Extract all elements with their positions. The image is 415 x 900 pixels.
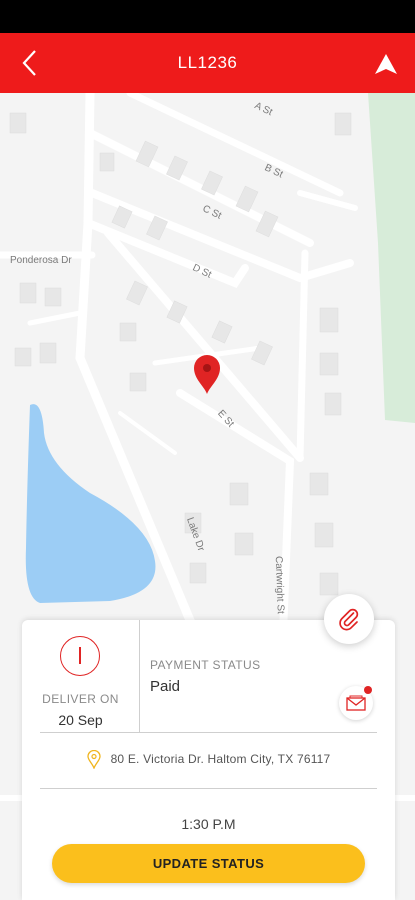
update-status-button[interactable]: UPDATE STATUS	[52, 844, 365, 883]
street-label: Cartwright St	[273, 556, 286, 614]
delivery-time: 1:30 P.M	[181, 816, 236, 832]
paperclip-icon	[339, 608, 359, 631]
message-button[interactable]	[339, 686, 373, 720]
address-row: 80 E. Victoria Dr. Haltom City, TX 76117	[22, 746, 395, 772]
divider	[40, 732, 377, 733]
navigation-arrow-icon	[375, 54, 397, 74]
app-bar: LL1236	[0, 33, 415, 93]
status-bar	[0, 0, 415, 33]
divider	[40, 788, 377, 789]
deliver-section: DELIVER ON 20 Sep	[22, 620, 140, 732]
delivery-address: 80 E. Victoria Dr. Haltom City, TX 76117	[110, 752, 331, 766]
timer-icon	[60, 636, 100, 676]
navigate-button[interactable]	[369, 47, 403, 81]
payment-status-value: Paid	[150, 678, 181, 695]
page-title: LL1236	[177, 53, 238, 72]
envelope-icon	[346, 695, 366, 711]
back-button[interactable]	[12, 45, 48, 81]
deliver-date: 20 Sep	[58, 712, 103, 728]
chevron-left-icon	[22, 50, 36, 76]
attachment-button[interactable]	[324, 594, 374, 644]
order-card: DELIVER ON 20 Sep PAYMENT STATUS Paid 80…	[22, 620, 395, 900]
location-pin-icon	[86, 749, 101, 769]
deliver-label: DELIVER ON	[42, 692, 119, 706]
payment-status-label: PAYMENT STATUS	[150, 658, 261, 672]
street-label: Ponderosa Dr	[10, 255, 72, 266]
notification-dot	[364, 686, 372, 694]
